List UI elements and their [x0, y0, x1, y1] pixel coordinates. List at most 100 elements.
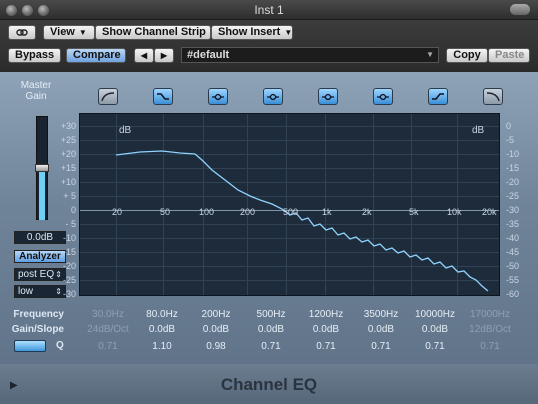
frequency-tick: 5k [409, 207, 419, 217]
band6-bell-button[interactable] [373, 88, 393, 105]
copy-button[interactable]: Copy [446, 48, 488, 63]
band8-gain-value[interactable]: 12dB/Oct [464, 324, 516, 335]
left-db-tick: +10 [60, 177, 76, 187]
left-db-tick: -10 [62, 233, 76, 243]
frequency-tick: 2k [362, 207, 372, 217]
frequency-tick: 50 [160, 207, 171, 217]
band2-q-value[interactable]: 1.10 [136, 341, 188, 352]
band6-frequency-value[interactable]: 3500Hz [355, 309, 407, 320]
band2-gain-value[interactable]: 0.0dB [136, 324, 188, 335]
frequency-tick: 500 [283, 207, 299, 217]
master-gain-slider-thumb[interactable] [35, 164, 49, 172]
band2-frequency-value[interactable]: 80.0Hz [136, 309, 188, 320]
band5-q-value[interactable]: 0.71 [300, 341, 352, 352]
q-couple-button[interactable] [14, 340, 46, 352]
bypass-button[interactable]: Bypass [8, 48, 61, 63]
band3-bell-button[interactable] [208, 88, 228, 105]
right-db-tick: 0 [506, 121, 512, 131]
band4-q-value[interactable]: 0.71 [245, 341, 297, 352]
graph-db-unit-right: dB [472, 125, 485, 136]
band8-frequency-value[interactable]: 17000Hz [464, 309, 516, 320]
lowcut-icon [101, 92, 115, 102]
chevron-down-icon: ▼ [426, 50, 434, 59]
master-gain-label-line1: Master [20, 80, 52, 91]
plugin-toolbar: View▼ Show Channel Strip▼ Show Insert▼ B… [0, 20, 538, 70]
toolbar-toggle-button[interactable] [510, 4, 530, 15]
frequency-tick: 100 [199, 207, 215, 217]
frequency-tick: 20 [112, 207, 123, 217]
band1-lowcut-button[interactable] [98, 88, 118, 105]
lowshelf-icon [157, 93, 169, 100]
show-channel-strip-menu[interactable]: Show Channel Strip▼ [95, 25, 218, 40]
show-channel-strip-label: Show Channel Strip [102, 26, 206, 38]
link-icon [16, 29, 28, 36]
master-gain-label-line2: Gain [25, 91, 47, 102]
master-gain-label: Master Gain [6, 80, 66, 102]
band7-gain-value[interactable]: 0.0dB [409, 324, 461, 335]
right-db-tick: -10 [506, 149, 520, 159]
band5-bell-button[interactable] [318, 88, 338, 105]
left-db-tick: -30 [62, 289, 76, 299]
right-db-tick: -50 [506, 261, 520, 271]
right-db-tick: -5 [506, 135, 515, 145]
eq-graph-svg [80, 114, 499, 295]
band1-frequency-value[interactable]: 30.0Hz [82, 309, 134, 320]
band5-frequency-value[interactable]: 1200Hz [300, 309, 352, 320]
left-db-tick: + 5 [63, 191, 76, 201]
next-preset-button[interactable]: ▶ [154, 48, 174, 63]
band2-lowshelf-button[interactable] [153, 88, 173, 105]
right-db-tick: -60 [506, 289, 520, 299]
paste-button[interactable]: Paste [488, 48, 530, 63]
analyzer-mode-value: post EQ [18, 269, 55, 280]
band4-gain-value[interactable]: 0.0dB [245, 324, 297, 335]
plugin-name: Channel EQ [220, 375, 318, 394]
bell-icon [377, 93, 389, 101]
right-db-tick: -15 [506, 163, 520, 173]
compare-button[interactable]: Compare [66, 48, 126, 63]
band7-q-value[interactable]: 0.71 [409, 341, 461, 352]
bell-icon [267, 93, 279, 101]
band1-gain-value[interactable]: 24dB/Oct [82, 324, 134, 335]
band6-gain-value[interactable]: 0.0dB [355, 324, 407, 335]
band7-highshelf-button[interactable] [428, 88, 448, 105]
eq-graph-display[interactable] [79, 113, 500, 296]
right-db-tick: -45 [506, 247, 520, 257]
right-db-tick: -40 [506, 233, 520, 243]
window-titlebar: Inst 1 [0, 0, 538, 20]
analyzer-curve [115, 150, 489, 292]
right-db-tick: -30 [506, 205, 520, 215]
band8-q-value[interactable]: 0.71 [464, 341, 516, 352]
show-insert-label: Show Insert [218, 26, 281, 38]
frequency-tick: 200 [240, 207, 256, 217]
bell-icon [322, 93, 334, 101]
band3-q-value[interactable]: 0.98 [190, 341, 242, 352]
left-db-tick: +25 [60, 135, 76, 145]
band1-q-value[interactable]: 0.71 [82, 341, 134, 352]
frequency-tick: 20k [482, 207, 497, 217]
q-row-label: Q [56, 340, 64, 351]
right-db-tick: -35 [506, 219, 520, 229]
band6-q-value[interactable]: 0.71 [355, 341, 407, 352]
band8-highcut-button[interactable] [483, 88, 503, 105]
band4-frequency-value[interactable]: 500Hz [245, 309, 297, 320]
left-db-tick: +30 [60, 121, 76, 131]
band7-frequency-value[interactable]: 10000Hz [409, 309, 461, 320]
right-db-tick: -55 [506, 275, 520, 285]
gain-slope-row-label: Gain/Slope [11, 324, 64, 335]
link-button[interactable] [8, 25, 36, 40]
band3-gain-value[interactable]: 0.0dB [190, 324, 242, 335]
view-menu[interactable]: View ▼ [43, 25, 95, 40]
show-insert-menu[interactable]: Show Insert ▼ [211, 25, 293, 40]
band5-gain-value[interactable]: 0.0dB [300, 324, 352, 335]
previous-preset-button[interactable]: ◀ [134, 48, 154, 63]
band4-bell-button[interactable] [263, 88, 283, 105]
band3-frequency-value[interactable]: 200Hz [190, 309, 242, 320]
preset-name: #default [187, 49, 230, 61]
right-db-tick: -20 [506, 177, 520, 187]
left-db-tick: -15 [62, 247, 76, 257]
left-db-tick: - 5 [65, 219, 76, 229]
chevron-down-icon: ▼ [284, 28, 293, 37]
left-db-tick: +15 [60, 163, 76, 173]
preset-selector[interactable]: #default ▼ [181, 47, 439, 63]
left-db-tick: -20 [62, 261, 76, 271]
